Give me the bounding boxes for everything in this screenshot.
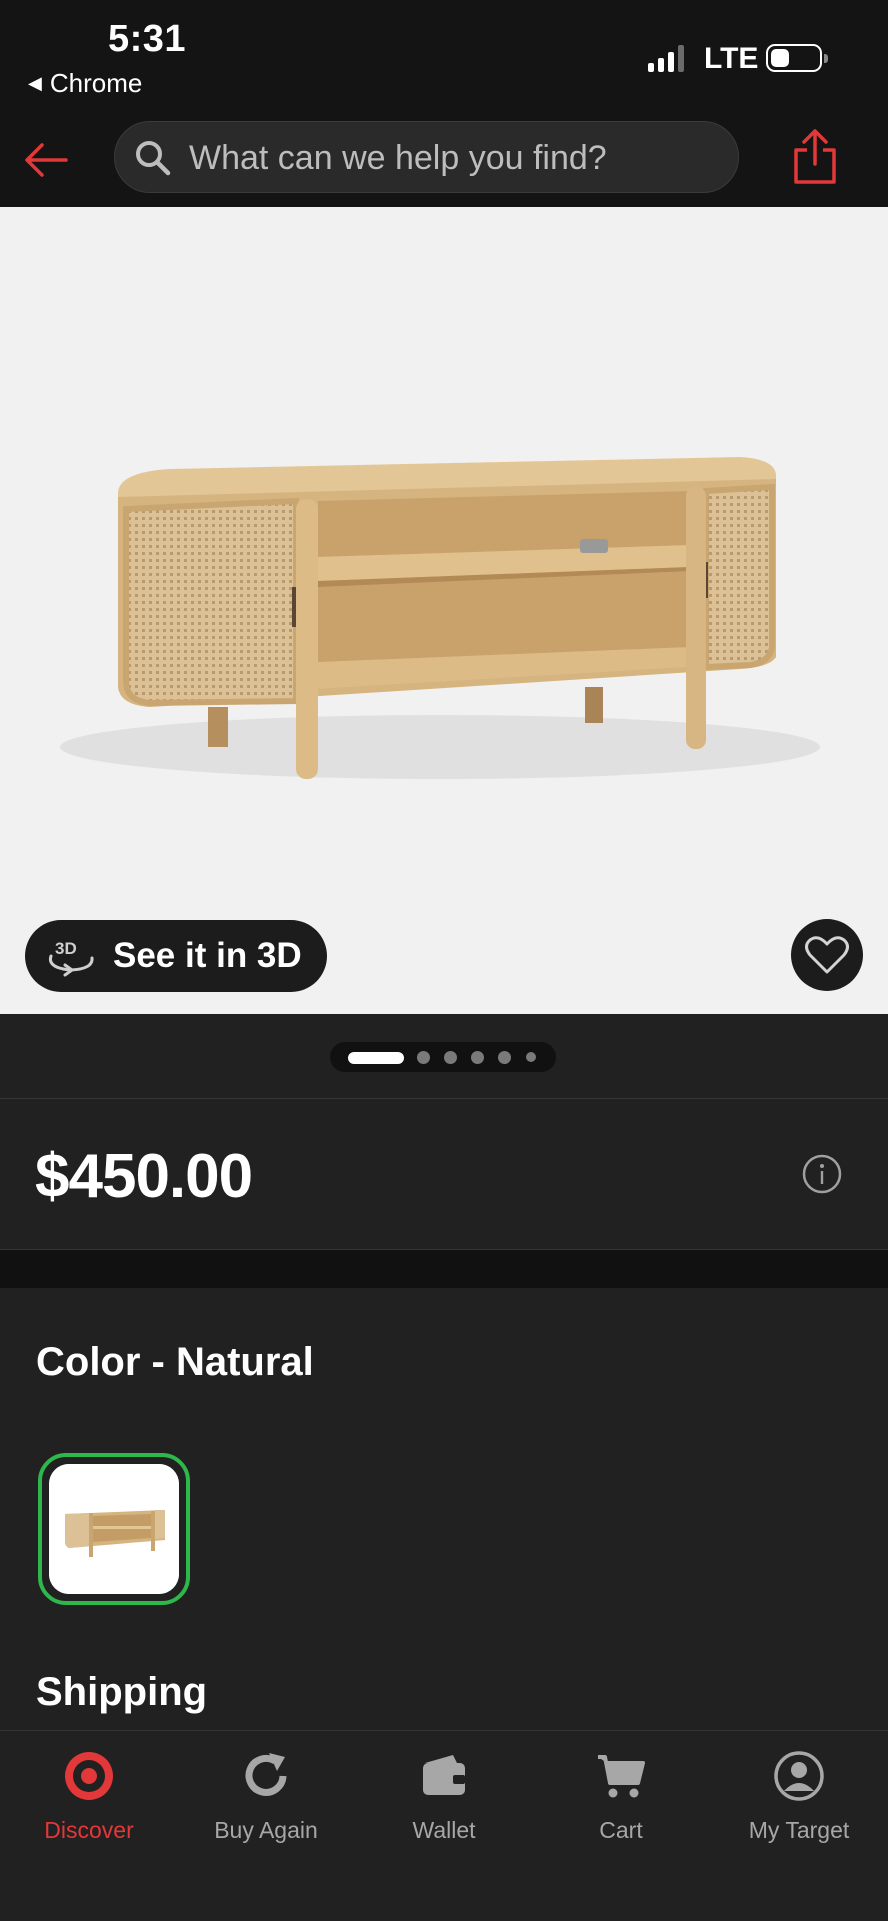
tab-buy-again[interactable]: Buy Again	[177, 1731, 355, 1851]
carrier-label: LTE	[704, 42, 759, 75]
svg-text:3D: 3D	[55, 939, 77, 958]
price-section: $450.00	[0, 1099, 888, 1250]
info-icon[interactable]	[802, 1154, 842, 1194]
back-to-app-link[interactable]: ◀ Chrome	[28, 68, 142, 99]
pager-dot[interactable]	[498, 1051, 511, 1064]
top-nav	[0, 120, 888, 207]
shipping-title: Shipping	[36, 1670, 208, 1714]
pager-dot-active[interactable]	[348, 1052, 404, 1064]
product-image	[60, 457, 820, 779]
search-input[interactable]	[187, 122, 711, 194]
search-bar[interactable]	[114, 121, 739, 194]
swatch-thumbnail	[49, 1464, 179, 1594]
bottom-tab-bar: Discover Buy Again Wallet Cart My Target	[0, 1730, 888, 1921]
view-in-3d-button[interactable]: 3D See it in 3D	[25, 920, 327, 992]
carousel-pager[interactable]	[330, 1042, 556, 1072]
account-icon	[774, 1751, 824, 1801]
search-icon	[136, 141, 171, 176]
product-price: $450.00	[35, 1142, 253, 1211]
share-icon[interactable]	[790, 128, 840, 186]
signal-strength-icon	[648, 44, 684, 72]
tab-label: Wallet	[412, 1817, 476, 1843]
heart-icon	[805, 936, 849, 974]
pager-dot[interactable]	[526, 1052, 536, 1062]
battery-icon	[766, 44, 828, 72]
refresh-icon	[245, 1753, 287, 1796]
color-title: Color - Natural	[36, 1340, 314, 1384]
tab-label: Discover	[44, 1817, 134, 1843]
back-app-label: Chrome	[49, 68, 143, 98]
tab-my-target[interactable]: My Target	[710, 1731, 888, 1851]
tab-cart[interactable]: Cart	[532, 1731, 710, 1851]
pager-dot[interactable]	[471, 1051, 484, 1064]
carousel-pager-area	[0, 1014, 888, 1099]
tab-wallet[interactable]: Wallet	[355, 1731, 533, 1851]
back-arrow-icon[interactable]	[20, 134, 72, 186]
view-in-3d-label: See it in 3D	[113, 936, 302, 975]
color-swatch-natural[interactable]	[38, 1453, 190, 1605]
back-triangle-icon: ◀	[28, 73, 42, 93]
status-bar: 5:31 ◀ Chrome LTE	[0, 0, 888, 120]
target-logo-icon	[65, 1752, 113, 1800]
pager-dot[interactable]	[444, 1051, 457, 1064]
cart-icon	[598, 1755, 645, 1798]
favorite-button[interactable]	[791, 919, 863, 991]
section-divider	[0, 1250, 888, 1288]
wallet-icon	[423, 1755, 465, 1795]
pager-dot[interactable]	[417, 1051, 430, 1064]
tab-label: Cart	[599, 1817, 643, 1843]
tab-label: Buy Again	[214, 1817, 318, 1843]
3d-rotate-icon: 3D	[48, 939, 94, 977]
tab-label: My Target	[748, 1817, 850, 1843]
status-time: 5:31	[108, 18, 187, 60]
tab-discover[interactable]: Discover	[0, 1731, 178, 1851]
product-image-carousel[interactable]: 3D See it in 3D	[0, 207, 888, 1014]
